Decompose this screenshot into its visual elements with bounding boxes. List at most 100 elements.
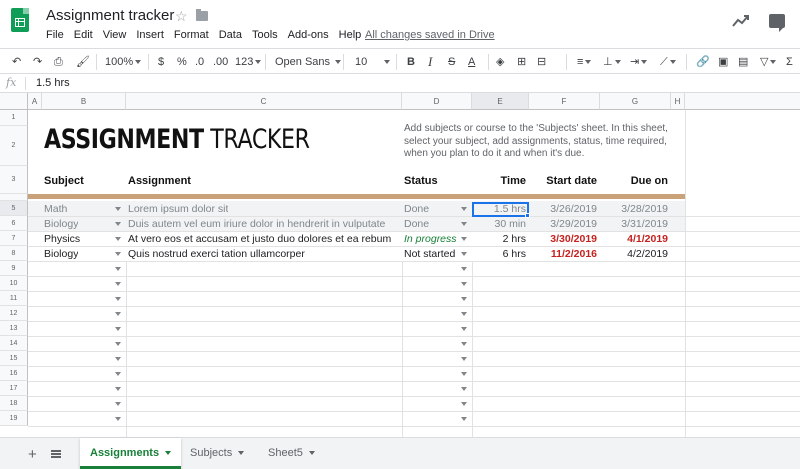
insert-comment-icon[interactable]: ▣ [718, 54, 728, 70]
menu-tools[interactable]: Tools [252, 29, 278, 41]
subject-dropdown-icon[interactable] [115, 267, 121, 271]
status-dropdown-icon[interactable] [461, 417, 467, 421]
column-header-a[interactable]: A [28, 93, 42, 110]
subject-dropdown-icon[interactable] [115, 372, 121, 376]
cell-status[interactable]: In progress [404, 233, 457, 245]
subject-dropdown-icon[interactable] [115, 342, 121, 346]
text-wrap-icon[interactable]: ⇥ [630, 54, 648, 70]
cell-subject[interactable]: Math [44, 203, 67, 215]
text-color-button[interactable]: A [468, 54, 475, 70]
cell-start-date[interactable]: 3/30/2019 [529, 233, 597, 245]
status-dropdown-icon[interactable] [461, 267, 467, 271]
column-header-f[interactable]: F [529, 93, 600, 110]
formula-input[interactable]: 1.5 hrs [36, 77, 70, 89]
subject-dropdown-icon[interactable] [115, 252, 121, 256]
row-header-10[interactable]: 10 [0, 276, 28, 291]
comments-icon[interactable] [769, 14, 785, 32]
cell-status[interactable]: Done [404, 218, 429, 230]
redo-icon[interactable]: ↷ [33, 54, 42, 70]
filter-icon[interactable]: ▽ [760, 54, 777, 70]
zoom-select[interactable]: 100% [105, 54, 142, 70]
merge-cells-icon[interactable]: ⊟ [537, 54, 546, 70]
add-sheet-icon[interactable]: + [28, 446, 37, 463]
cell-start-date[interactable]: 11/2/2016 [529, 248, 597, 260]
status-dropdown-icon[interactable] [461, 342, 467, 346]
menu-addons[interactable]: Add-ons [288, 29, 329, 41]
more-formats-select[interactable]: 123 [235, 54, 262, 70]
row-header-4[interactable] [0, 194, 28, 201]
font-family-caret-icon[interactable] [333, 54, 341, 70]
column-header-b[interactable]: B [42, 93, 126, 110]
status-dropdown-icon[interactable] [461, 357, 467, 361]
cell-status[interactable]: Done [404, 203, 429, 215]
insert-link-icon[interactable]: 🔗 [696, 54, 710, 70]
column-header-d[interactable]: D [402, 93, 472, 110]
subject-dropdown-icon[interactable] [115, 297, 121, 301]
subject-dropdown-icon[interactable] [115, 282, 121, 286]
cell-subject[interactable]: Biology [44, 248, 78, 260]
subject-dropdown-icon[interactable] [115, 312, 121, 316]
tab-menu-caret-icon[interactable] [165, 451, 172, 456]
subject-dropdown-icon[interactable] [115, 222, 121, 226]
spreadsheet-grid[interactable]: A B C D E F G H 1 2 3 5 6 7 8 9 10 11 12… [0, 93, 800, 437]
row-header-18[interactable]: 18 [0, 396, 28, 411]
cell-due-date[interactable]: 4/2/2019 [600, 248, 668, 260]
status-dropdown-icon[interactable] [461, 222, 467, 226]
paint-format-icon[interactable]: 🖌 [76, 54, 90, 70]
row-header-1[interactable]: 1 [0, 110, 28, 126]
row-header-12[interactable]: 12 [0, 306, 28, 321]
save-status-link[interactable]: All changes saved in Drive [365, 29, 495, 41]
document-title[interactable]: Assignment tracker [46, 7, 174, 24]
all-sheets-menu-icon[interactable] [51, 450, 61, 458]
menu-file[interactable]: File [46, 29, 64, 41]
subject-dropdown-icon[interactable] [115, 417, 121, 421]
print-icon[interactable]: ⎙ [54, 54, 63, 70]
increase-decimal-button[interactable]: .00 [213, 54, 228, 70]
column-header-g[interactable]: G [600, 93, 671, 110]
font-family-select[interactable]: Open Sans [275, 54, 330, 70]
currency-format-button[interactable]: $ [158, 54, 164, 70]
vertical-align-icon[interactable]: ⊥ [603, 54, 621, 70]
cell-assignment[interactable]: Duis autem vel eum iriure dolor in hendr… [128, 218, 400, 230]
cell-subject[interactable]: Biology [44, 218, 78, 230]
subject-dropdown-icon[interactable] [115, 387, 121, 391]
status-dropdown-icon[interactable] [461, 282, 467, 286]
column-header-c[interactable]: C [126, 93, 402, 110]
cell-assignment[interactable]: Lorem ipsum dolor sit [128, 203, 228, 215]
font-size-caret-icon[interactable] [382, 54, 390, 70]
status-dropdown-icon[interactable] [461, 252, 467, 256]
folder-icon[interactable] [196, 9, 208, 21]
row-header-15[interactable]: 15 [0, 351, 28, 366]
decrease-decimal-button[interactable]: .0 [195, 54, 204, 70]
menu-view[interactable]: View [103, 29, 127, 41]
menu-data[interactable]: Data [219, 29, 242, 41]
row-header-11[interactable]: 11 [0, 291, 28, 306]
text-rotate-icon[interactable]: ⟋ [660, 54, 676, 70]
cell-time[interactable]: 30 min [472, 218, 526, 230]
sheets-logo-icon[interactable] [11, 8, 29, 32]
status-dropdown-icon[interactable] [461, 207, 467, 211]
cell-start-date[interactable]: 3/29/2019 [529, 218, 597, 230]
subject-dropdown-icon[interactable] [115, 237, 121, 241]
status-dropdown-icon[interactable] [461, 237, 467, 241]
bold-button[interactable]: B [407, 54, 415, 70]
menu-insert[interactable]: Insert [136, 29, 164, 41]
horizontal-align-icon[interactable]: ≡ [577, 54, 592, 70]
row-header-19[interactable]: 19 [0, 411, 28, 426]
status-dropdown-icon[interactable] [461, 297, 467, 301]
functions-icon[interactable]: Σ [786, 54, 793, 70]
sheet-tab-subjects[interactable]: Subjects [180, 438, 254, 469]
tab-menu-caret-icon[interactable] [308, 451, 315, 456]
select-all-corner[interactable] [0, 93, 28, 110]
star-icon[interactable]: ☆ [175, 8, 188, 25]
row-header-3[interactable]: 3 [0, 166, 28, 194]
active-cell-selection[interactable] [472, 202, 529, 217]
subject-dropdown-icon[interactable] [115, 327, 121, 331]
row-header-6[interactable]: 6 [0, 216, 28, 231]
insert-chart-icon[interactable]: ▤ [738, 54, 748, 70]
column-header-h[interactable]: H [671, 93, 685, 110]
cell-assignment[interactable]: At vero eos et accusam et justo duo dolo… [128, 233, 400, 245]
column-header-e[interactable]: E [472, 93, 529, 110]
strikethrough-button[interactable]: S [448, 54, 455, 70]
row-header-13[interactable]: 13 [0, 321, 28, 336]
